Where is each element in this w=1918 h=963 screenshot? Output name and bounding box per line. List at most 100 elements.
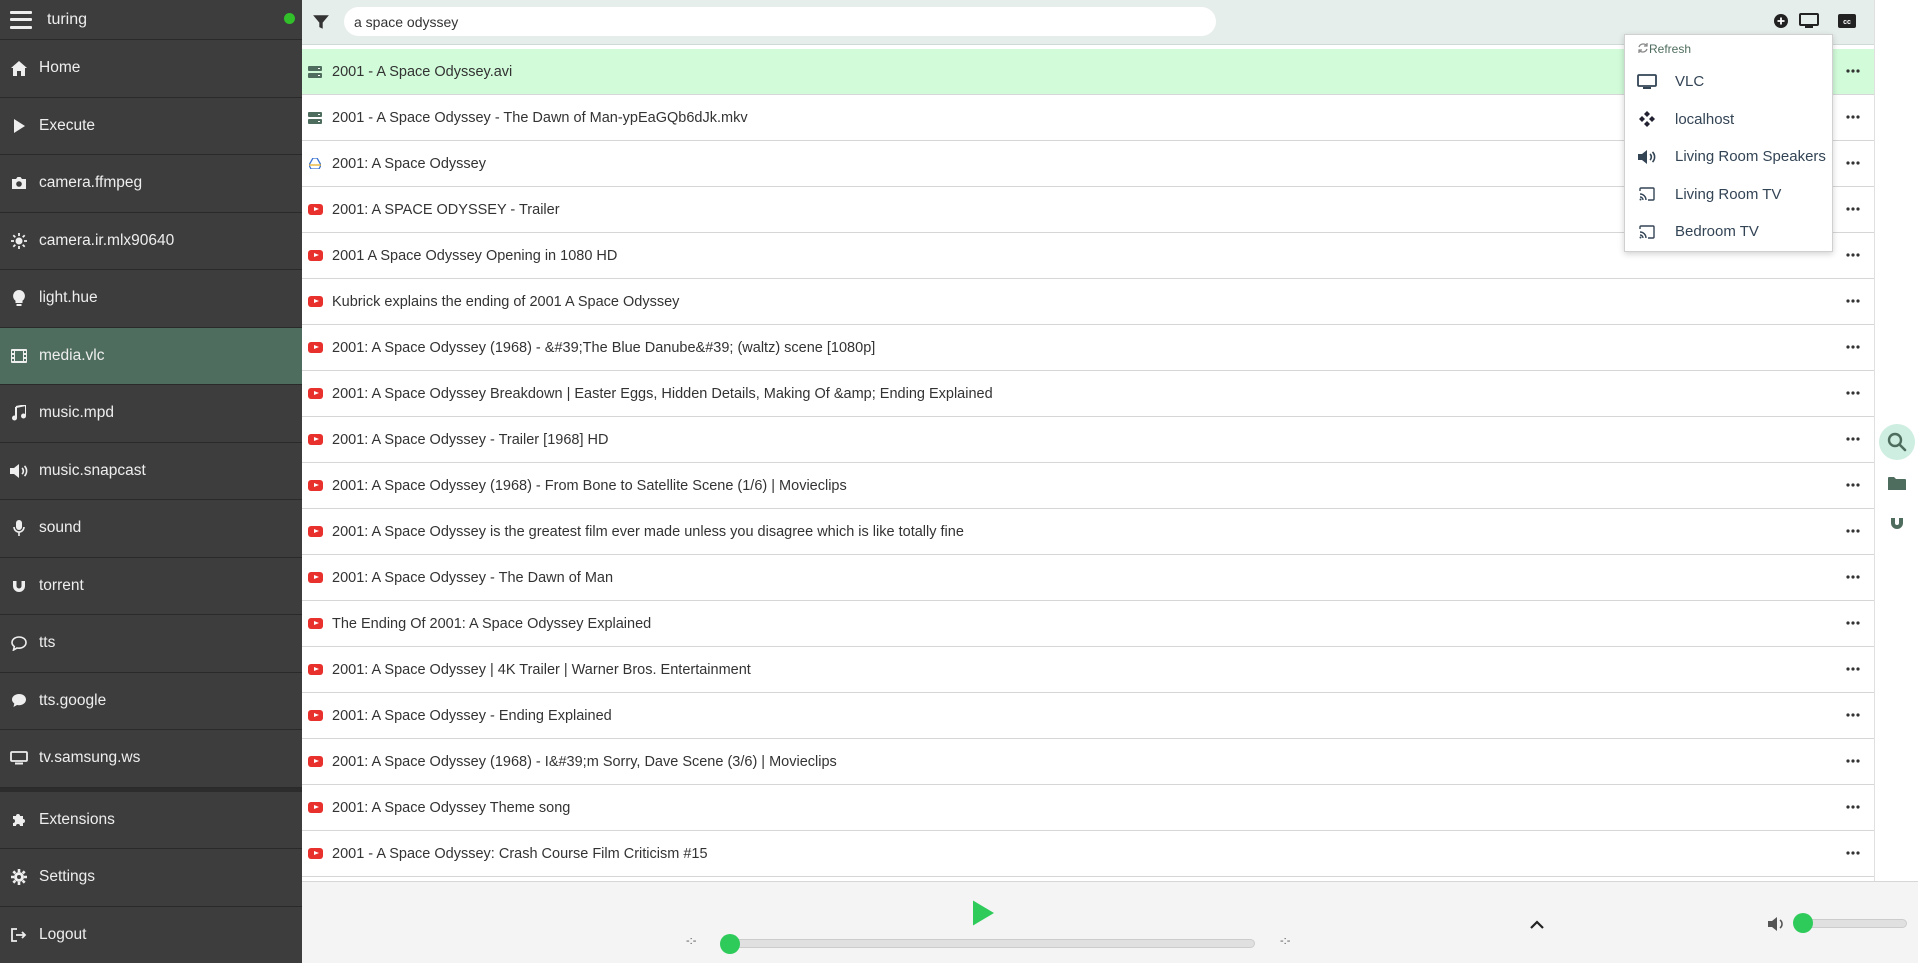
device-vlc[interactable]: VLC (1625, 63, 1832, 101)
more-options-icon[interactable] (1842, 846, 1864, 860)
more-options-icon[interactable] (1842, 110, 1864, 124)
monitor-icon[interactable] (1798, 11, 1820, 31)
result-row[interactable]: 2001: A Space Odyssey - The Dawn of Man (302, 555, 1874, 601)
result-row[interactable]: 2001: A Space Odyssey - Trailer [1968] H… (302, 417, 1874, 463)
device-bedroom-tv[interactable]: Bedroom TV (1625, 213, 1832, 251)
result-title: 2001 - A Space Odyssey.avi (332, 63, 513, 80)
sidebar-item-tts[interactable]: tts (0, 615, 302, 673)
sidebar-item-settings[interactable]: Settings (0, 849, 302, 907)
result-title: Kubrick explains the ending of 2001 A Sp… (332, 293, 680, 310)
sidebar-item-light-hue[interactable]: light.hue (0, 270, 302, 328)
result-row[interactable]: 2001: A Space Odyssey is the greatest fi… (302, 509, 1874, 555)
play-icon (10, 117, 28, 135)
sidebar-item-torrent[interactable]: torrent (0, 558, 302, 615)
youtube-icon (307, 248, 323, 264)
sidebar-item-sound[interactable]: sound (0, 500, 302, 558)
device-living-room-tv[interactable]: Living Room TV (1625, 176, 1832, 214)
search-input[interactable] (344, 7, 1216, 36)
more-options-icon[interactable] (1842, 524, 1864, 538)
sidebar-item-Execute[interactable]: Execute (0, 98, 302, 155)
more-options-icon[interactable] (1842, 754, 1864, 768)
result-row[interactable]: 2001: A Space Odyssey (1968) - &#39;The … (302, 325, 1874, 371)
youtube-icon (307, 340, 323, 356)
more-options-icon[interactable] (1842, 248, 1864, 262)
device-living-room-speakers[interactable]: Living Room Speakers (1625, 138, 1832, 176)
result-row[interactable]: 2001 - A Space Odyssey: Crash Course Fil… (302, 831, 1874, 877)
result-row[interactable]: 2001: A Space Odyssey | 4K Trailer | War… (302, 647, 1874, 693)
more-options-icon[interactable] (1842, 616, 1864, 630)
more-options-icon[interactable] (1842, 386, 1864, 400)
closed-captions-icon[interactable]: cc (1836, 11, 1858, 31)
speaker-icon (1637, 149, 1657, 164)
more-options-icon[interactable] (1842, 294, 1864, 308)
more-options-icon[interactable] (1842, 202, 1864, 216)
hamburger-menu-icon[interactable] (10, 10, 32, 29)
device-label: Bedroom TV (1675, 223, 1759, 241)
film-icon (10, 347, 28, 365)
result-title: 2001: A Space Odyssey | 4K Trailer | War… (332, 661, 751, 678)
sidebar-item-camera-ffmpeg[interactable]: camera.ffmpeg (0, 155, 302, 213)
result-title: 2001 - A Space Odyssey: Crash Course Fil… (332, 845, 708, 862)
more-options-icon[interactable] (1842, 156, 1864, 170)
seek-bar[interactable] (722, 939, 1255, 948)
youtube-icon (307, 202, 323, 218)
result-title: 2001: A Space Odyssey - The Dawn of Man (332, 569, 614, 586)
result-row[interactable]: 2001: A Space Odyssey - Ending Explained (302, 693, 1874, 739)
volume-thumb[interactable] (1793, 913, 1813, 933)
folder-icon[interactable] (1879, 465, 1915, 501)
youtube-icon (307, 432, 323, 448)
sidebar-item-Home[interactable]: Home (0, 40, 302, 98)
sidebar-item-media-vlc[interactable]: media.vlc (0, 327, 302, 385)
more-options-icon[interactable] (1842, 662, 1864, 676)
youtube-icon (307, 662, 323, 678)
magnet-icon (10, 577, 28, 595)
play-icon[interactable] (970, 899, 996, 927)
result-row[interactable]: 2001: A Space Odyssey (1968) - I&#39;m S… (302, 739, 1874, 785)
result-title: 2001 A Space Odyssey Opening in 1080 HD (332, 247, 618, 264)
sidebar-item-label: torrent (39, 576, 84, 594)
sidebar-item-label: music.snapcast (39, 461, 146, 479)
result-title: 2001: A Space Odyssey (1968) - &#39;The … (332, 339, 876, 356)
sidebar-header: turing (0, 0, 302, 40)
svg-text:cc: cc (1843, 19, 1851, 26)
sidebar-item-tts-google[interactable]: tts.google (0, 673, 302, 730)
sidebar-item-tv-samsung-ws[interactable]: tv.samsung.ws (0, 730, 302, 788)
sidebar-item-label: Execute (39, 116, 96, 134)
result-title: 2001: A SPACE ODYSSEY - Trailer (332, 201, 560, 218)
more-options-icon[interactable] (1842, 432, 1864, 446)
sidebar-item-logout[interactable]: Logout (0, 907, 302, 963)
more-options-icon[interactable] (1842, 708, 1864, 722)
dropdown-refresh[interactable]: Refresh (1625, 35, 1832, 63)
sidebar-item-camera-ir-mlx90640[interactable]: camera.ir.mlx90640 (0, 213, 302, 270)
sidebar-item-music-snapcast[interactable]: music.snapcast (0, 443, 302, 500)
more-options-icon[interactable] (1842, 478, 1864, 492)
local-file-icon (307, 110, 323, 126)
seek-thumb[interactable] (720, 934, 740, 954)
search-icon[interactable] (1879, 424, 1915, 460)
result-row[interactable]: The Ending Of 2001: A Space Odyssey Expl… (302, 601, 1874, 647)
volume-slider[interactable] (1797, 919, 1907, 928)
refresh-icon (1637, 42, 1649, 57)
magnet-icon[interactable] (1879, 505, 1915, 541)
right-side-panel (1874, 0, 1918, 963)
cast-icon (1637, 225, 1657, 239)
chevron-up-icon[interactable] (1528, 917, 1546, 931)
result-row[interactable]: 2001: A Space Odyssey (1968) - From Bone… (302, 463, 1874, 509)
add-circle-icon[interactable] (1770, 11, 1792, 31)
sidebar-item-label: tv.samsung.ws (39, 749, 141, 767)
sidebar-item-label: tts.google (39, 691, 107, 709)
filter-icon[interactable] (312, 13, 330, 31)
device-localhost[interactable]: localhost (1625, 101, 1832, 139)
more-options-icon[interactable] (1842, 570, 1864, 584)
more-options-icon[interactable] (1842, 64, 1864, 78)
sidebar-item-label: tts (39, 634, 56, 652)
sidebar-item-extensions[interactable]: Extensions (0, 792, 302, 849)
result-row[interactable]: Kubrick explains the ending of 2001 A Sp… (302, 279, 1874, 325)
more-options-icon[interactable] (1842, 340, 1864, 354)
more-options-icon[interactable] (1842, 800, 1864, 814)
volume-icon[interactable] (1766, 915, 1786, 933)
result-row[interactable]: 2001: A Space Odyssey Breakdown | Easter… (302, 371, 1874, 417)
result-row[interactable]: 2001: A Space Odyssey Theme song (302, 785, 1874, 831)
result-title: 2001: A Space Odyssey - Ending Explained (332, 707, 612, 724)
sidebar-item-music-mpd[interactable]: music.mpd (0, 385, 302, 443)
